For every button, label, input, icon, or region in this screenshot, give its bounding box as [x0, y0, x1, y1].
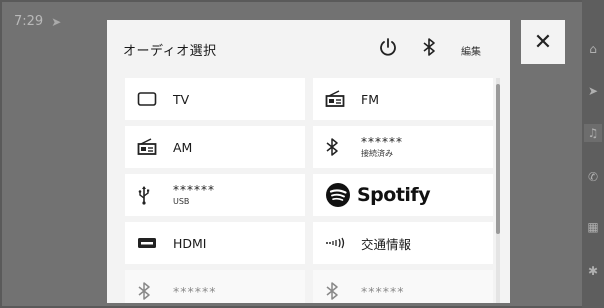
audio-select-dialog: オーディオ選択 編集 TV FM AM ****** 接続済み ****** U… [107, 20, 510, 303]
source-tile-bluetooth[interactable]: ****** [125, 270, 305, 303]
spotify-icon [326, 183, 350, 207]
source-label: TV [173, 91, 190, 107]
hdmi-icon [137, 232, 163, 254]
bluetooth-icon[interactable] [421, 36, 437, 58]
source-tile-traffic-info[interactable]: 交通情報 [313, 222, 493, 264]
source-tile-hdmi[interactable]: HDMI [125, 222, 305, 264]
bluetooth-icon [325, 280, 351, 302]
traffic-info-icon [325, 232, 351, 254]
status-bar: 7:29 ➤ [14, 14, 61, 29]
source-label: HDMI [173, 235, 207, 251]
source-label: ****** [361, 134, 403, 149]
usb-icon [137, 184, 163, 206]
tv-icon [137, 88, 163, 110]
audio-source-grid: TV FM AM ****** 接続済み ****** USB Spotify … [125, 78, 495, 303]
scrollbar-thumb[interactable] [496, 84, 500, 234]
dialog-title: オーディオ選択 [123, 44, 217, 59]
source-sublabel: USB [173, 197, 190, 207]
source-tile-bluetooth[interactable]: ****** [313, 270, 493, 303]
source-sublabel: 接続済み [361, 149, 393, 159]
source-label: FM [361, 91, 379, 107]
home-icon: ⌂ [589, 42, 597, 56]
bluetooth-icon [325, 136, 351, 158]
radio-icon [137, 136, 163, 158]
side-menu: ⌂ ➤ ♫ ✆ ▦ ✱ [582, 0, 604, 308]
close-icon: ✕ [533, 29, 553, 55]
apps-icon: ▦ [587, 220, 599, 234]
clock-time: 7:29 [14, 14, 44, 29]
source-label: ****** [361, 283, 405, 299]
phone-icon: ✆ [587, 170, 599, 184]
source-label: ****** [173, 283, 217, 299]
navigation-icon: ➤ [587, 84, 599, 98]
source-tile-fm[interactable]: FM [313, 78, 493, 120]
bluetooth-icon [137, 280, 163, 302]
source-tile-spotify[interactable]: Spotify [313, 174, 493, 216]
source-label: AM [173, 139, 193, 155]
location-icon: ➤ [51, 14, 62, 29]
source-tile-usb[interactable]: ****** USB [125, 174, 305, 216]
source-tile-am[interactable]: AM [125, 126, 305, 168]
power-icon[interactable] [377, 36, 399, 58]
edit-button[interactable]: 編集 [461, 43, 481, 58]
radio-icon [325, 88, 351, 110]
spotify-logo: Spotify [325, 182, 431, 208]
source-tile-bluetooth-connected[interactable]: ****** 接続済み [313, 126, 493, 168]
source-tile-tv[interactable]: TV [125, 78, 305, 120]
source-label: ****** [173, 182, 215, 197]
settings-icon: ✱ [587, 264, 599, 278]
source-label: Spotify [357, 184, 431, 206]
close-button[interactable]: ✕ [521, 20, 565, 64]
scrollbar[interactable] [496, 78, 500, 303]
source-label: 交通情報 [361, 236, 412, 252]
music-icon: ♫ [584, 124, 602, 142]
